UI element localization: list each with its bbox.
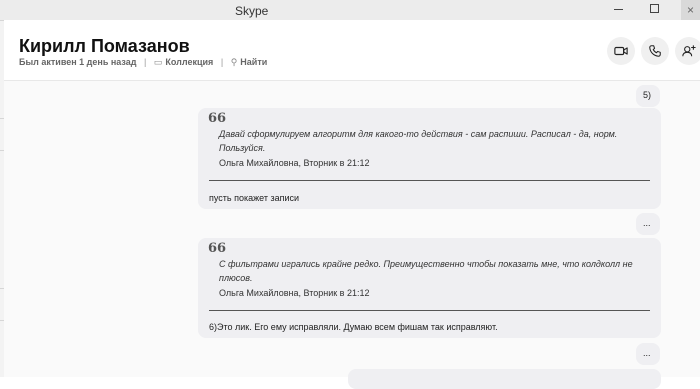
maximize-button[interactable] [650,4,659,13]
message-text: ... [643,218,651,228]
audio-call-icon [649,45,661,57]
video-call-icon [614,46,628,56]
message-list[interactable]: 5) 66 Давай сформулируем алгоритм для ка… [4,81,700,389]
quote-author: Ольга Михайловна, Вторник в 21:12 [219,158,370,168]
message-text: 5) [643,90,652,100]
window-titlebar: Skype × [0,0,700,20]
quote-block: С фильтрами игрались крайне редко. Преим… [208,257,651,298]
minimize-button[interactable] [614,9,623,10]
find-label: Найти [240,57,268,67]
add-people-icon [682,45,696,57]
quote-author: Ольга Михайловна, Вторник в 21:12 [219,288,370,298]
audio-call-button[interactable] [641,37,669,65]
add-people-button[interactable] [675,37,700,65]
video-call-button[interactable] [607,37,635,65]
separator: | [220,57,224,67]
quote-text: Давай сформулируем алгоритм для какого-т… [219,129,618,153]
quote-divider [209,180,650,181]
contact-meta-row: Был активен 1 день назад | ▭ Коллекция | … [19,57,267,68]
quote-divider [209,310,650,311]
quote-icon: 66 [208,111,227,126]
message-bubble-quote[interactable]: 66 Давай сформулируем алгоритм для каког… [198,108,661,209]
close-button[interactable]: × [681,0,700,20]
search-icon: ⚲ [230,57,238,67]
message-text: 6)Это лик. Его ему исправляли. Думаю все… [209,322,498,332]
contact-name[interactable]: Кирилл Помазанов [19,36,190,57]
message-bubble[interactable]: ... [636,343,660,365]
last-seen-status: Был активен 1 день назад [19,57,137,67]
conversation-header: Кирилл Помазанов Был активен 1 день наза… [4,20,700,81]
quote-icon: 66 [208,241,227,256]
collection-label: Коллекция [165,57,214,67]
collection-link[interactable]: ▭ Коллекция [154,57,216,67]
gallery-icon: ▭ [153,57,163,67]
window-title: Skype [235,4,269,18]
message-bubble-quote[interactable]: 66 С фильтрами игрались крайне редко. Пр… [198,238,661,338]
message-text: пусть покажет записи [209,193,300,203]
message-bubble[interactable]: ... [636,213,660,235]
separator: | [144,57,147,67]
quote-text: С фильтрами игрались крайне редко. Преим… [219,259,633,283]
message-text: ... [643,348,651,358]
quote-block: Давай сформулируем алгоритм для какого-т… [208,127,651,168]
message-bubble-partial[interactable] [348,369,661,389]
message-bubble[interactable]: 5) [636,85,660,107]
find-link[interactable]: ⚲ Найти [231,57,268,67]
